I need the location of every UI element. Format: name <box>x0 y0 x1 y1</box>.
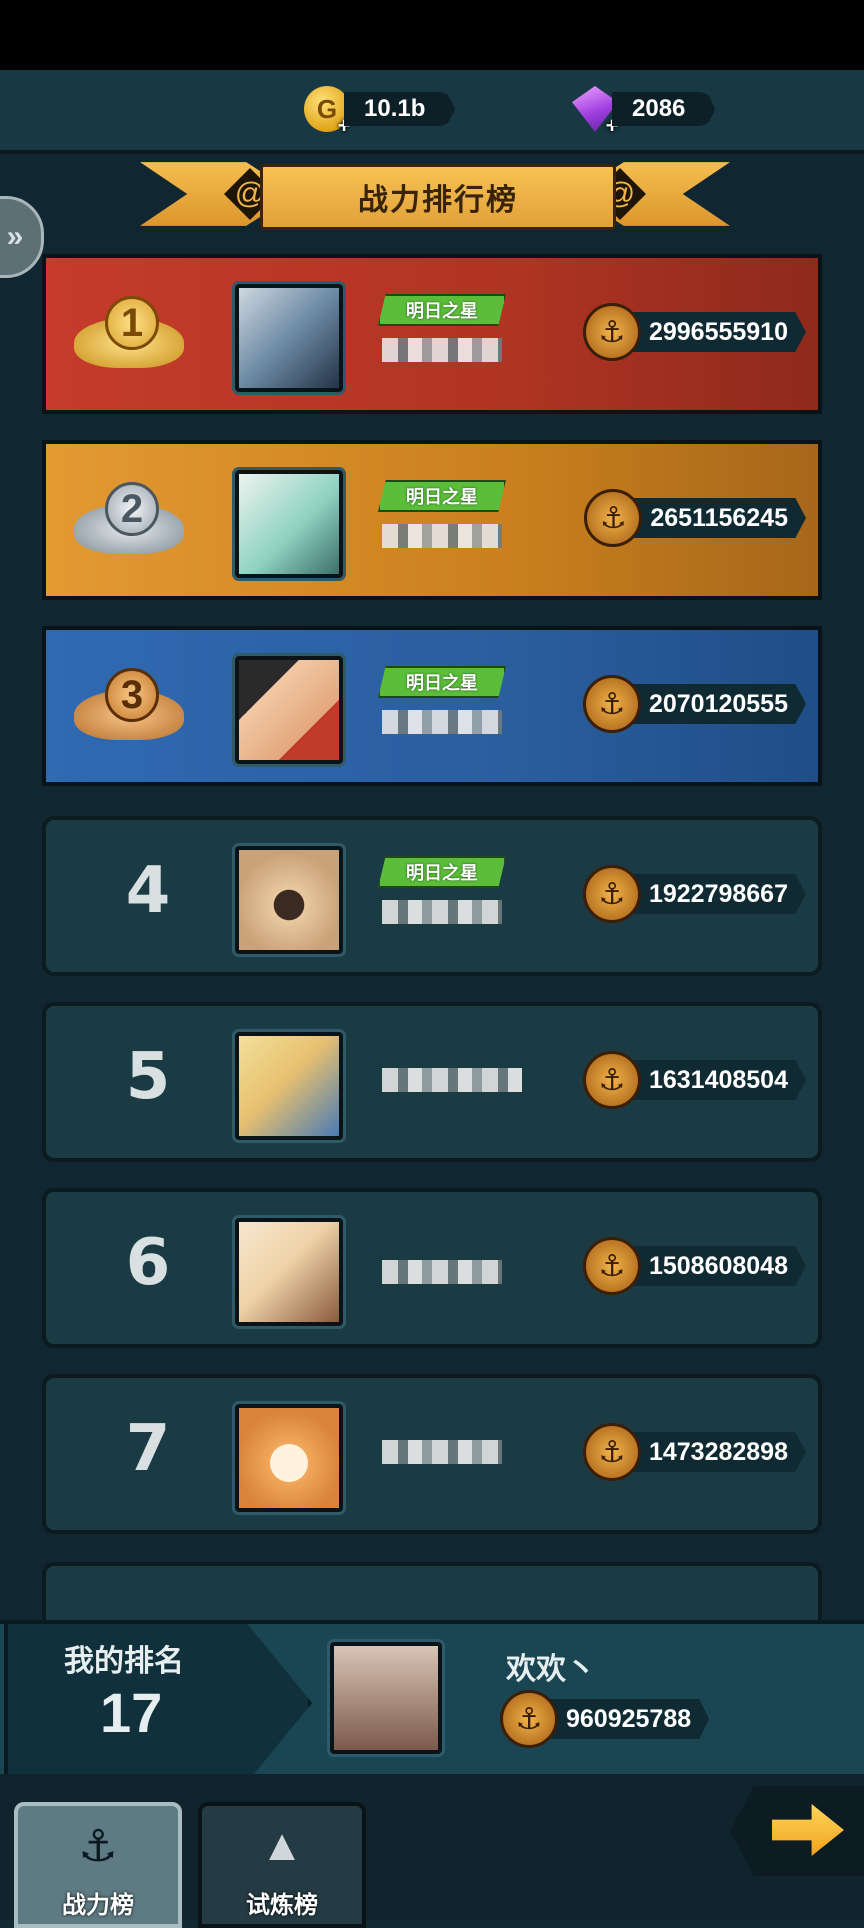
player-name-censored <box>382 710 502 734</box>
leaderboard-row[interactable]: 5 ⚓ 1631408504 <box>42 1002 822 1162</box>
power-display: ⚓ 1922798667 <box>582 865 806 923</box>
rank-number: 7 <box>125 1412 171 1486</box>
tab-bar: ⚓ 战力榜 ▲ 试炼榜 <box>0 1774 864 1928</box>
leaderboard-row[interactable]: 6 ⚓ 1508608048 <box>42 1188 822 1348</box>
power-value: 2070120555 <box>626 684 806 724</box>
player-name-censored <box>382 900 502 924</box>
power-value: 2651156245 <box>628 498 806 538</box>
tab-trial-ranking[interactable]: ▲ 试炼榜 <box>198 1802 366 1928</box>
title-banner: @ @ 战力排行榜 <box>140 156 730 232</box>
player-avatar[interactable] <box>232 1401 346 1515</box>
player-avatar[interactable] <box>232 1215 346 1329</box>
player-avatar[interactable] <box>232 467 346 581</box>
title-tag: 明日之星 <box>378 666 506 698</box>
player-name-censored <box>382 1260 502 1284</box>
my-player-name: 欢欢丶 <box>506 1653 596 1686</box>
rank-number: 5 <box>125 1040 171 1114</box>
anchor-icon: ⚓ <box>582 1423 641 1481</box>
title-tag: 明日之星 <box>378 480 506 512</box>
bronze-medal-icon: 3 <box>74 664 184 744</box>
currency-bar: G + 10.1b + 2086 <box>0 70 864 154</box>
leaderboard-row-partial <box>42 1562 822 1622</box>
gem-currency[interactable]: + 2086 <box>572 86 716 137</box>
player-avatar[interactable] <box>232 843 346 957</box>
leaderboard-row[interactable]: 2 明日之星 ⚓ 2651156245 <box>42 440 822 600</box>
title-tag: 明日之星 <box>378 294 506 326</box>
player-avatar[interactable] <box>232 653 346 767</box>
anchor-icon: ⚓ <box>582 303 641 361</box>
my-rank-value: 17 <box>100 1681 163 1744</box>
anchor-icon: ⚓ <box>582 1051 641 1109</box>
player-name-censored <box>382 1440 502 1464</box>
leaderboard-row[interactable]: 4 明日之星 ⚓ 1922798667 <box>42 816 822 976</box>
anchor-icon: ⚓ <box>500 1690 558 1748</box>
anchor-icon: ⚓ <box>582 675 641 733</box>
player-name-censored <box>382 338 502 362</box>
power-value: 1473282898 <box>626 1432 806 1472</box>
anchor-icon: ⚓ <box>78 1821 118 1871</box>
title-tag: 明日之星 <box>378 856 506 888</box>
anchor-icon: ⚓ <box>582 1237 641 1295</box>
my-rank-label: 我的排名 <box>64 1645 184 1678</box>
tab-power-ranking[interactable]: ⚓ 战力榜 <box>14 1802 182 1928</box>
power-display: ⚓ 1508608048 <box>582 1237 806 1295</box>
gold-coin-icon: G + <box>304 86 350 137</box>
power-value: 2996555910 <box>626 312 806 352</box>
player-name-censored <box>382 524 502 548</box>
power-display: ⚓ 1631408504 <box>582 1051 806 1109</box>
gold-medal-icon: 1 <box>74 292 184 372</box>
power-value: 1508608048 <box>626 1246 806 1286</box>
page-title: 战力排行榜 <box>358 184 518 217</box>
anchor-icon: ⚓ <box>584 489 643 547</box>
power-display: ⚓ 2996555910 <box>582 303 806 361</box>
leaderboard-row[interactable]: 7 ⚓ 1473282898 <box>42 1374 822 1534</box>
gem-amount: 2086 <box>612 92 716 126</box>
gold-amount: 10.1b <box>344 92 456 126</box>
leaderboard-row[interactable]: 1 明日之星 ⚓ 2996555910 <box>42 254 822 414</box>
silver-medal-icon: 2 <box>74 478 184 558</box>
power-value: 1922798667 <box>626 874 806 914</box>
status-bar <box>0 0 864 70</box>
my-power-display: ⚓ 960925788 <box>500 1690 710 1748</box>
triangle-trial-icon: ▲ <box>260 1821 304 1870</box>
gold-currency[interactable]: G + 10.1b <box>304 86 456 137</box>
my-avatar[interactable] <box>327 1639 445 1757</box>
leaderboard-row[interactable]: 3 明日之星 ⚓ 2070120555 <box>42 626 822 786</box>
power-display: ⚓ 2651156245 <box>584 489 806 547</box>
power-display: ⚓ 2070120555 <box>582 675 806 733</box>
power-value: 1631408504 <box>626 1060 806 1100</box>
power-display: ⚓ 1473282898 <box>582 1423 806 1481</box>
rank-number: 4 <box>125 854 171 928</box>
rank-number: 6 <box>125 1226 171 1300</box>
player-avatar[interactable] <box>232 1029 346 1143</box>
my-power-value: 960925788 <box>544 1699 710 1739</box>
anchor-icon: ⚓ <box>582 865 641 923</box>
player-name-censored <box>382 1068 522 1092</box>
my-rank-bar: 我的排名 17 欢欢丶 ⚓ 960925788 <box>0 1620 864 1786</box>
player-avatar[interactable] <box>232 281 346 395</box>
